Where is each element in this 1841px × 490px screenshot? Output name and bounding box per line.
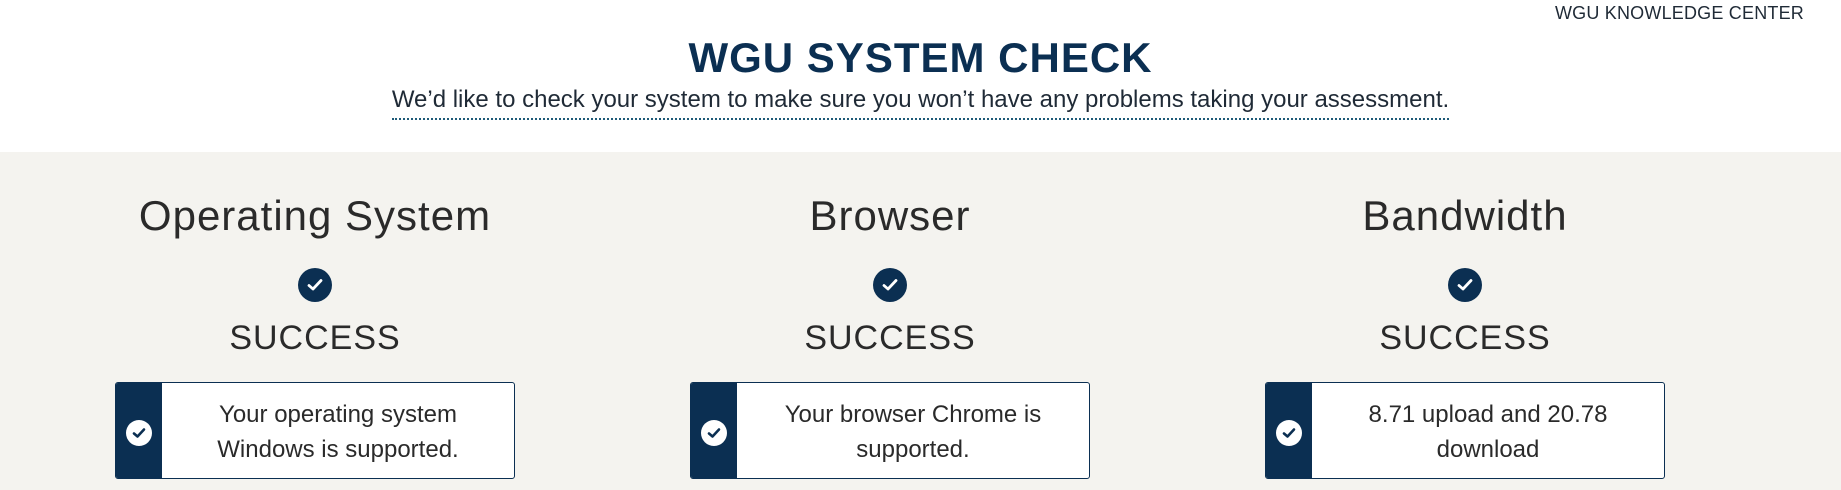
result-message: Your browser Chrome is supported. (784, 401, 1042, 463)
result-box: Your operating system Windows is support… (115, 382, 515, 479)
system-check-page: WGU KNOWLEDGE CENTER WGU SYSTEM CHECK We… (0, 0, 1841, 490)
result-box: Your browser Chrome is supported. (690, 382, 1090, 479)
check-title: Bandwidth (1362, 192, 1568, 239)
result-message: 8.71 upload and 20.78 download (1368, 401, 1608, 463)
page-subtitle: We’d like to check your system to make s… (391, 86, 1450, 120)
check-title: Operating System (138, 192, 492, 239)
result-message: Your operating system Windows is support… (217, 401, 459, 463)
result-box-bar (116, 383, 162, 478)
page-title: WGU SYSTEM CHECK (688, 34, 1153, 81)
check-circle-icon (873, 268, 907, 302)
status-label: SUCCESS (229, 319, 401, 357)
result-box-bar (691, 383, 737, 478)
check-circle-icon (126, 420, 152, 446)
check-title: Browser (809, 192, 971, 239)
knowledge-center-link[interactable]: WGU KNOWLEDGE CENTER (1555, 3, 1804, 24)
check-circle-icon (1276, 420, 1302, 446)
check-circle-icon (298, 268, 332, 302)
check-column-operating-system: Operating System SUCCESS Your operating … (105, 152, 525, 490)
check-column-bandwidth: Bandwidth SUCCESS 8.71 upload and 20.78 … (1255, 152, 1675, 490)
status-label: SUCCESS (804, 319, 976, 357)
subtitle-wrap: We’d like to check your system to make s… (0, 86, 1841, 120)
result-box-bar (1266, 383, 1312, 478)
check-circle-icon (1448, 268, 1482, 302)
header: WGU KNOWLEDGE CENTER WGU SYSTEM CHECK We… (0, 0, 1841, 152)
result-box: 8.71 upload and 20.78 download (1265, 382, 1665, 479)
check-column-browser: Browser SUCCESS Your browser Chrome is s… (680, 152, 1100, 490)
checks-panel: Operating System SUCCESS Your operating … (0, 152, 1841, 490)
status-label: SUCCESS (1379, 319, 1551, 357)
check-circle-icon (701, 420, 727, 446)
